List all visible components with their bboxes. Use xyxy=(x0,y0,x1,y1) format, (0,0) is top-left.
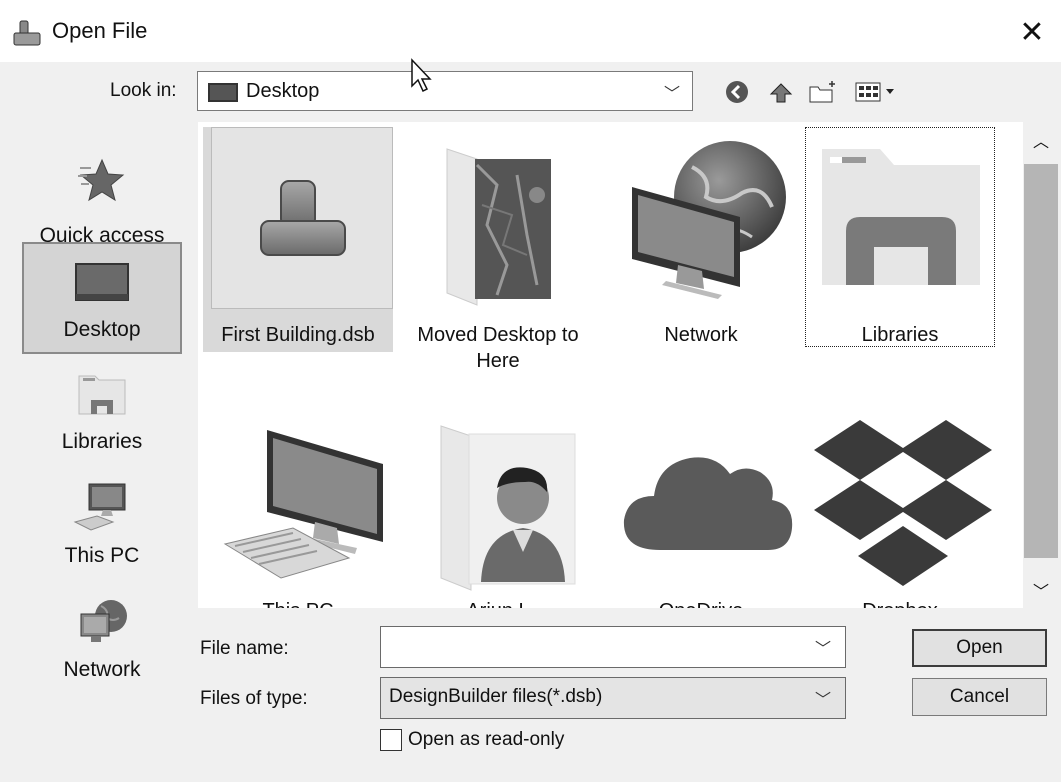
network-icon xyxy=(80,600,127,642)
read-only-checkbox[interactable] xyxy=(380,729,402,751)
libraries-icon xyxy=(78,375,126,415)
file-item[interactable]: Moved Desktop to Here xyxy=(403,127,593,377)
mouse-cursor-icon xyxy=(411,58,432,93)
title-bar: Open File ✕ xyxy=(0,0,1061,62)
file-label: Moved Desktop to Here xyxy=(417,324,579,372)
file-item[interactable]: Libraries xyxy=(805,127,995,347)
file-label: This PC xyxy=(203,598,393,608)
up-folder-button[interactable] xyxy=(766,78,796,106)
vertical-scrollbar[interactable]: ︿ ﹀ xyxy=(1023,122,1059,608)
look-in-value: Desktop xyxy=(246,80,320,102)
desktop-icon xyxy=(208,83,238,102)
file-label: Dropbox xyxy=(805,598,995,608)
close-icon: ✕ xyxy=(1019,15,1045,49)
place-label: Desktop xyxy=(63,318,141,341)
scrollbar-thumb[interactable] xyxy=(1024,164,1058,558)
scroll-down-button[interactable]: ﹀ xyxy=(1023,572,1059,608)
file-item[interactable]: Network xyxy=(606,127,796,352)
cancel-button[interactable]: Cancel xyxy=(912,678,1047,716)
new-folder-icon xyxy=(809,81,835,103)
computer-icon xyxy=(73,483,126,531)
places-bar: Quick access Desktop Libraries This PC N… xyxy=(12,122,190,772)
desktop-icon xyxy=(75,263,129,301)
close-button[interactable]: ✕ xyxy=(1003,8,1061,56)
photo-folder-icon xyxy=(446,148,551,306)
place-desktop[interactable]: Desktop xyxy=(22,242,182,354)
back-icon xyxy=(726,81,748,103)
file-item[interactable]: OneDrive xyxy=(606,402,796,608)
designbuilder-app-icon xyxy=(13,20,41,46)
place-this-pc[interactable]: This PC xyxy=(22,474,182,586)
user-folder-icon xyxy=(440,425,576,591)
place-libraries[interactable]: Libraries xyxy=(22,360,182,472)
place-label: Libraries xyxy=(61,430,143,453)
chevron-down-icon: ﹀ xyxy=(814,692,831,709)
chevron-down-icon: ﹀ xyxy=(814,641,831,658)
place-quick-access[interactable]: Quick access xyxy=(22,142,182,254)
file-name-input[interactable]: ﹀ xyxy=(380,626,846,668)
view-menu-button[interactable] xyxy=(852,78,902,106)
designbuilder-file-icon xyxy=(260,180,346,256)
file-label: Arjun L xyxy=(403,598,593,608)
open-button[interactable]: Open xyxy=(912,629,1047,667)
file-name-label: File name: xyxy=(200,638,289,659)
place-network[interactable]: Network xyxy=(22,588,182,700)
read-only-label[interactable]: Open as read-only xyxy=(408,729,564,751)
place-label: Network xyxy=(63,658,141,681)
cancel-button-label: Cancel xyxy=(949,686,1010,707)
file-item[interactable]: This PC xyxy=(203,402,393,608)
file-type-dropdown[interactable]: DesignBuilder files(*.dsb) ﹀ xyxy=(380,677,846,719)
network-globe-icon xyxy=(632,141,786,299)
libraries-folder-icon xyxy=(822,149,980,285)
look-in-dropdown[interactable]: Desktop ﹀ xyxy=(197,71,693,111)
chevron-down-icon: ﹀ xyxy=(663,86,680,103)
file-label: Libraries xyxy=(861,324,939,346)
chevron-down-icon: ﹀ xyxy=(1032,584,1049,601)
dropbox-icon xyxy=(814,420,992,586)
file-label: First Building.dsb xyxy=(221,324,375,346)
window-title: Open File xyxy=(52,18,148,43)
file-type-value: DesignBuilder files(*.dsb) xyxy=(389,686,603,707)
this-pc-icon xyxy=(223,430,383,579)
file-item[interactable]: Dropbox xyxy=(805,402,995,608)
up-folder-icon xyxy=(769,83,793,103)
back-button[interactable] xyxy=(722,78,752,106)
place-label: This PC xyxy=(64,544,140,567)
file-list-view[interactable]: First Building.dsb Moved Desktop to Here… xyxy=(198,122,1023,608)
chevron-up-icon: ︿ xyxy=(1032,134,1049,151)
open-button-label: Open xyxy=(956,637,1003,658)
star-icon xyxy=(78,158,125,202)
file-label: Network xyxy=(664,324,738,346)
view-menu-icon xyxy=(855,82,894,102)
new-folder-button[interactable] xyxy=(808,78,838,106)
file-item[interactable]: Arjun L xyxy=(403,402,593,608)
file-item[interactable]: First Building.dsb xyxy=(203,127,393,352)
look-in-label: Look in: xyxy=(110,80,177,101)
scroll-up-button[interactable]: ︿ xyxy=(1023,122,1059,158)
onedrive-icon xyxy=(623,457,793,550)
file-type-label: Files of type: xyxy=(200,688,308,709)
file-label: OneDrive xyxy=(606,598,796,608)
